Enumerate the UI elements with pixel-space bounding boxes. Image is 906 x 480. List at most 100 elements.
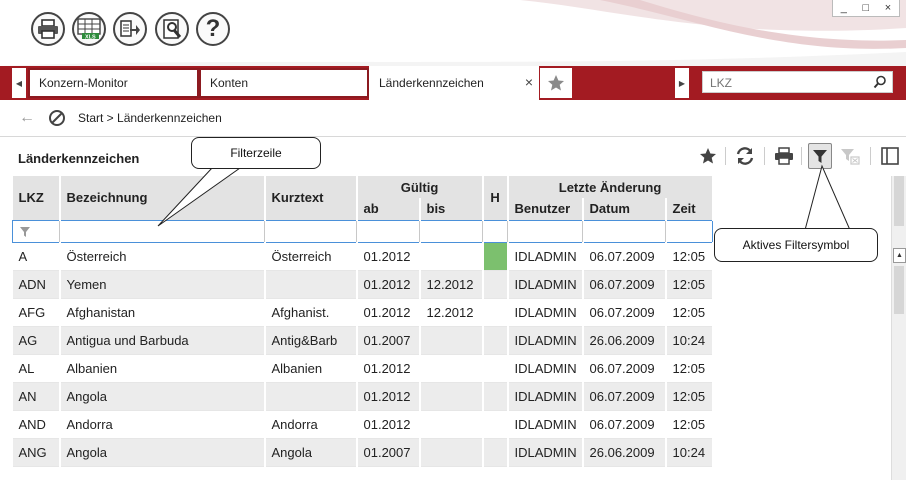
- cell-h-flag: [482, 270, 509, 299]
- cell-benutzer: IDLADMIN: [507, 298, 584, 327]
- column-group-gueltig: Gültig: [356, 176, 484, 198]
- tools-button[interactable]: [155, 12, 189, 46]
- refresh-button[interactable]: [733, 143, 757, 169]
- breadcrumb[interactable]: Start > Länderkennzeichen: [78, 111, 222, 125]
- printer-icon: [38, 19, 58, 39]
- cell-zeit: 10:24: [665, 326, 714, 355]
- refresh-icon: [736, 147, 754, 165]
- tab-scroll-right-button[interactable]: ▶: [675, 68, 689, 98]
- filter-cell-datum[interactable]: [582, 219, 667, 243]
- xls-export-button[interactable]: XLS: [72, 12, 106, 46]
- cell-ab: 01.2012: [356, 242, 421, 271]
- cell-datum: 06.07.2009: [582, 382, 667, 411]
- cell-bis: [419, 438, 484, 467]
- column-header-h[interactable]: H: [482, 176, 509, 220]
- cell-bezeichnung: Angola: [59, 438, 266, 467]
- column-header-lkz[interactable]: LKZ: [12, 176, 61, 220]
- table-row[interactable]: AN Angola 01.2012 IDLADMIN 06.07.2009 12:05: [12, 382, 714, 411]
- filter-cell-bis[interactable]: [419, 219, 484, 243]
- cell-bis: [419, 410, 484, 439]
- cell-lkz: AFG: [12, 298, 61, 327]
- table-row[interactable]: AND Andorra Andorra 01.2012 IDLADMIN 06.07.20…: [12, 410, 714, 439]
- callout-filterzeile: Filterzeile: [191, 137, 321, 169]
- cell-bezeichnung: Afghanistan: [59, 298, 266, 327]
- clear-filter-button[interactable]: [838, 143, 862, 169]
- filter-cell-benutzer[interactable]: [507, 219, 584, 243]
- scrollbar-thumb[interactable]: [894, 266, 904, 314]
- filter-cell-ab[interactable]: [356, 219, 420, 243]
- table-row[interactable]: AL Albanien Albanien 01.2012 IDLADMIN 06.07.2…: [12, 354, 714, 383]
- column-header-benutzer[interactable]: Benutzer: [507, 198, 584, 220]
- column-header-kurztext[interactable]: Kurztext: [264, 176, 358, 220]
- help-icon: ?: [205, 15, 221, 42]
- side-panel-icon: [881, 147, 899, 165]
- cell-benutzer: IDLADMIN: [507, 410, 584, 439]
- tab-konten[interactable]: Konten: [199, 68, 369, 98]
- cell-h-flag: [482, 438, 509, 467]
- column-header-datum[interactable]: Datum: [582, 198, 667, 220]
- column-header-bis[interactable]: bis: [419, 198, 484, 220]
- column-header-ab[interactable]: ab: [356, 198, 421, 220]
- favorites-tab[interactable]: [540, 68, 572, 98]
- print-button[interactable]: [31, 12, 65, 46]
- table-row[interactable]: AG Antigua und Barbuda Antig&Barb 01.2007 ID…: [12, 326, 714, 355]
- filter-cell-zeit[interactable]: [665, 219, 714, 243]
- cell-kurztext: Afghanist.: [264, 298, 358, 327]
- export-button[interactable]: [113, 12, 147, 46]
- close-window-icon[interactable]: ×: [885, 2, 891, 14]
- cell-datum: 06.07.2009: [582, 270, 667, 299]
- table-row[interactable]: ANG Angola Angola 01.2007 IDLADMIN 26.06.2009…: [12, 438, 714, 467]
- column-header-bezeichnung[interactable]: Bezeichnung: [59, 176, 266, 220]
- cell-lkz: AN: [12, 382, 61, 411]
- export-icon: [120, 20, 140, 37]
- table-row[interactable]: AFG Afghanistan Afghanist. 01.2012 12.2012 ID…: [12, 298, 714, 327]
- column-header-zeit[interactable]: Zeit: [665, 198, 714, 220]
- search-icon[interactable]: [873, 75, 887, 89]
- cell-h-flag: [482, 382, 509, 411]
- cell-lkz: ANG: [12, 438, 61, 467]
- toolbar-divider: [764, 147, 765, 165]
- cell-h-flag: [482, 410, 509, 439]
- filter-toggle-button[interactable]: [808, 143, 832, 169]
- filter-cell-kurztext[interactable]: [264, 219, 357, 243]
- app-ribbon: XLS ? _ □ ×: [0, 0, 906, 66]
- search-input[interactable]: [708, 73, 872, 93]
- cancel-icon[interactable]: [48, 109, 66, 127]
- filter-cell-h[interactable]: [482, 219, 509, 243]
- tab-close-icon[interactable]: ×: [525, 74, 533, 90]
- cell-bezeichnung: Angola: [59, 382, 266, 411]
- vertical-scrollbar[interactable]: ▲: [891, 176, 906, 480]
- cell-kurztext: Albanien: [264, 354, 358, 383]
- cell-bis: [419, 326, 484, 355]
- favorite-button[interactable]: [696, 143, 720, 169]
- cell-kurztext: Antig&Barb: [264, 326, 358, 355]
- table-row[interactable]: ADN Yemen 01.2012 12.2012 IDLADMIN 06.07.2009…: [12, 270, 714, 299]
- help-button[interactable]: ?: [196, 12, 230, 46]
- page-title: Länderkennzeichen: [18, 151, 140, 166]
- scroll-up-button[interactable]: ▲: [893, 248, 906, 263]
- cell-datum: 26.06.2009: [582, 438, 667, 467]
- cell-bis: 12.2012: [419, 298, 484, 327]
- tab-scroll-left-button[interactable]: ◀: [12, 68, 26, 98]
- printer-icon: [775, 147, 793, 165]
- minimize-icon[interactable]: _: [841, 2, 847, 14]
- table-row[interactable]: A Österreich Österreich 01.2012 IDLADMIN 06.0…: [12, 242, 714, 271]
- cell-kurztext: [264, 382, 358, 411]
- cell-zeit: 12:05: [665, 270, 714, 299]
- cell-h-flag: [482, 326, 509, 355]
- tab-konzern-monitor[interactable]: Konzern-Monitor: [28, 68, 199, 98]
- cell-datum: 06.07.2009: [582, 354, 667, 383]
- back-arrow-icon[interactable]: ←: [19, 109, 35, 127]
- toolbar-divider: [870, 147, 871, 165]
- cell-ab: 01.2007: [356, 326, 421, 355]
- side-panel-button[interactable]: [878, 143, 902, 169]
- filter-cell-lkz[interactable]: [12, 219, 60, 243]
- cell-kurztext: Andorra: [264, 410, 358, 439]
- print-list-button[interactable]: [772, 143, 796, 169]
- toolbar-divider: [801, 147, 802, 165]
- filter-cell-bezeichnung[interactable]: [59, 219, 265, 243]
- maximize-icon[interactable]: □: [863, 2, 870, 14]
- cell-ab: 01.2012: [356, 354, 421, 383]
- cell-zeit: 12:05: [665, 298, 714, 327]
- tab-laenderkennzeichen[interactable]: Länderkennzeichen ×: [369, 66, 539, 100]
